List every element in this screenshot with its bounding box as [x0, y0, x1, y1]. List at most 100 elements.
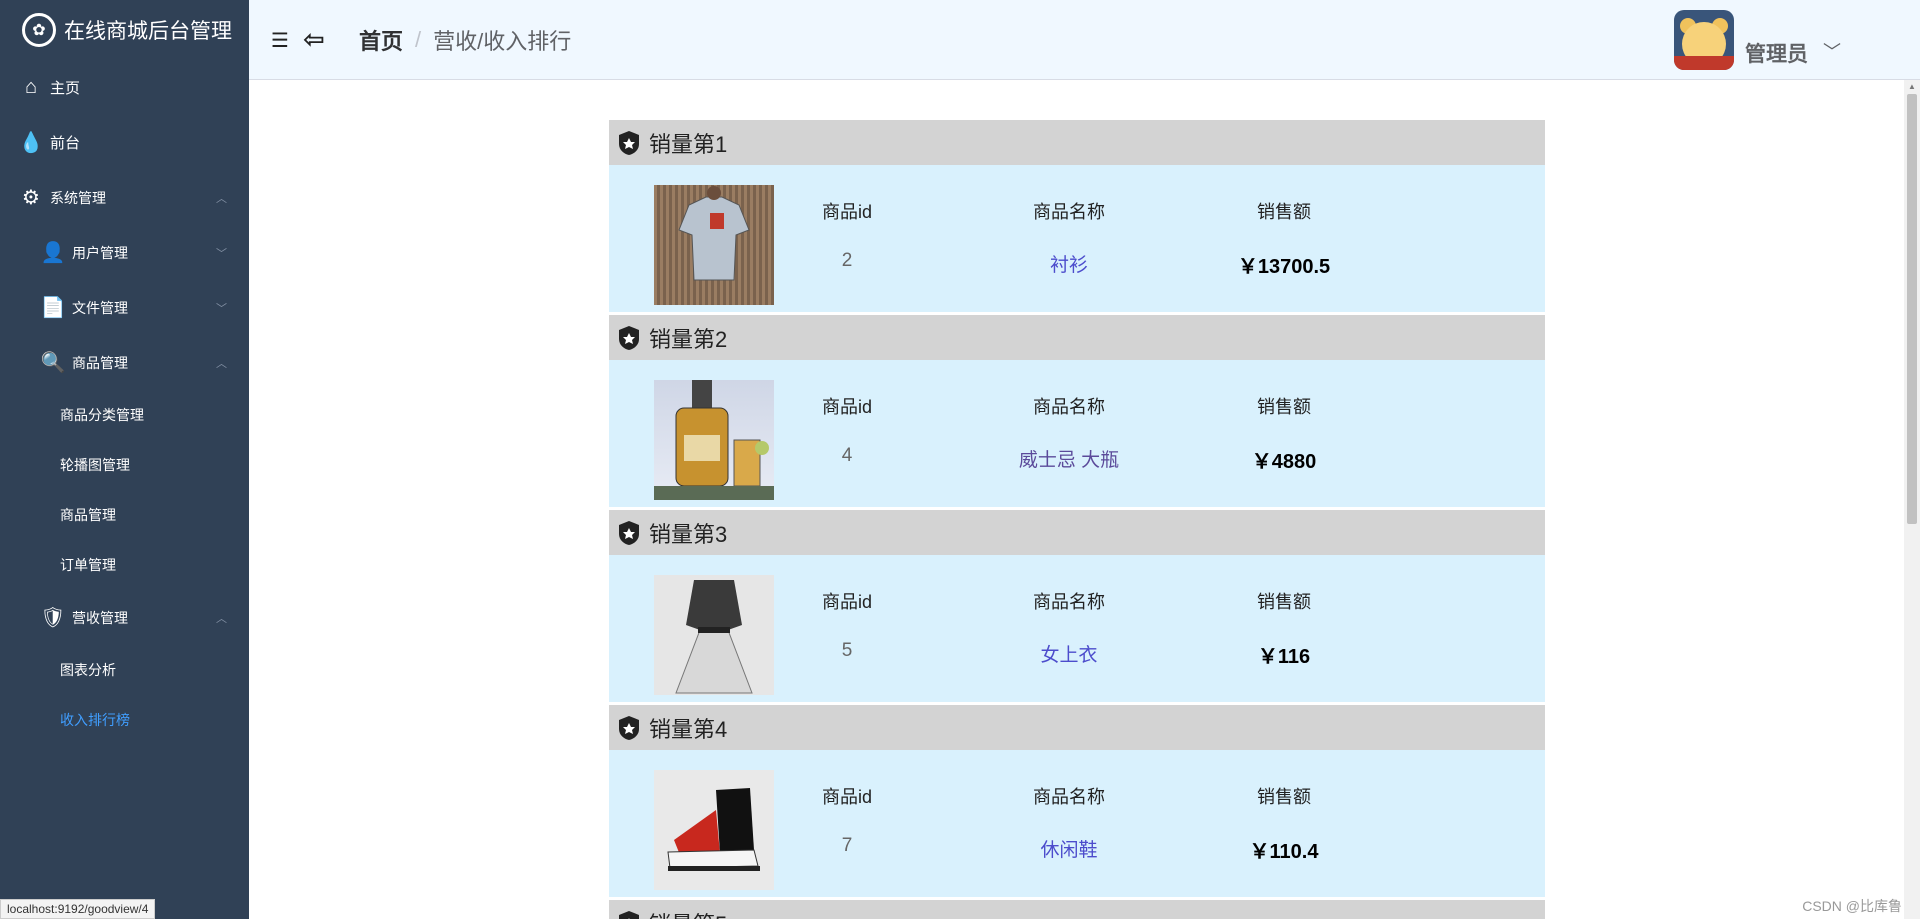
- sidebar-item-revenue[interactable]: 🛡 营收管理 ︿: [0, 590, 249, 645]
- product-name-label: 商品名称: [1033, 787, 1105, 807]
- sidebar: ✿ 在线商城后台管理 ⌂ 主页 💧 前台 ⚙ 系统管理 ︿ 👤 用户管理 ﹀ 📄…: [0, 0, 249, 919]
- rank-title: 销量第3: [649, 521, 728, 547]
- rank-header: 销量第1: [609, 120, 1545, 165]
- sidebar-item-files[interactable]: 📄 文件管理 ﹀: [0, 280, 249, 335]
- shield-icon: 🛡: [40, 607, 66, 629]
- brand[interactable]: ✿ 在线商城后台管理: [0, 0, 249, 60]
- product-id-column: 商品id 5: [787, 555, 907, 662]
- user-icon: 👤: [40, 242, 66, 264]
- product-id-column: 商品id 7: [787, 750, 907, 857]
- logo-icon: ✿: [22, 13, 56, 47]
- sidebar-item-home[interactable]: ⌂ 主页: [0, 60, 249, 115]
- product-name-link[interactable]: 女上衣: [969, 640, 1169, 667]
- product-id-value: 7: [841, 835, 853, 856]
- medal-icon: [619, 910, 639, 919]
- collapse-menu-icon[interactable]: ☰: [271, 28, 289, 53]
- product-image[interactable]: [654, 380, 774, 500]
- rank-header: 销量第2: [609, 315, 1545, 360]
- chevron-up-icon: ︿: [216, 357, 227, 370]
- product-image[interactable]: [654, 575, 774, 695]
- ranking-item: 销量第5: [609, 900, 1545, 919]
- ranking-item: 销量第4 商品id 7 商品名称 休闲鞋 销售额 ￥110.4: [609, 705, 1545, 900]
- scrollbar-thumb[interactable]: [1907, 94, 1917, 524]
- product-image[interactable]: [654, 770, 774, 890]
- sidebar-item-label: 系统管理: [50, 189, 106, 206]
- file-icon: 📄: [40, 297, 66, 319]
- sidebar-item-income-ranking[interactable]: 收入排行榜: [0, 695, 249, 745]
- chevron-down-icon: ﹀: [216, 247, 227, 260]
- sales-column: 销售额 ￥110.4: [1194, 750, 1374, 864]
- sales-value: ￥116: [1257, 646, 1311, 668]
- sidebar-item-label: 用户管理: [72, 244, 128, 261]
- breadcrumb-current: 营收/收入排行: [433, 29, 572, 54]
- product-name-column: 商品名称 休闲鞋: [969, 750, 1169, 862]
- product-id-label: 商品id: [821, 592, 872, 612]
- sales-label: 销售额: [1257, 787, 1311, 807]
- sales-label: 销售额: [1257, 592, 1311, 612]
- product-name-link[interactable]: 衬衫: [969, 250, 1169, 277]
- back-arrow-icon[interactable]: ⇦: [303, 24, 325, 55]
- chevron-down-icon: ﹀: [216, 302, 227, 315]
- rank-title: 销量第2: [649, 326, 728, 352]
- sidebar-item-label: 图表分析: [60, 662, 116, 678]
- sidebar-item-goods[interactable]: 🔍 商品管理 ︿: [0, 335, 249, 390]
- sidebar-item-label: 商品管理: [60, 507, 116, 523]
- breadcrumb-home[interactable]: 首页: [359, 24, 403, 56]
- medal-icon: [619, 715, 639, 740]
- sidebar-item-orders[interactable]: 订单管理: [0, 540, 249, 590]
- sidebar-item-system[interactable]: ⚙ 系统管理 ︿: [0, 170, 249, 225]
- sales-label: 销售额: [1257, 397, 1311, 417]
- home-icon: ⌂: [24, 76, 38, 98]
- breadcrumb: 首页 / 营收/收入排行: [359, 24, 571, 56]
- breadcrumb-separator: /: [415, 27, 422, 52]
- product-name-label: 商品名称: [1033, 397, 1105, 417]
- avatar[interactable]: [1674, 10, 1734, 70]
- product-name-column: 商品名称 女上衣: [969, 555, 1169, 667]
- rank-title: 销量第1: [649, 131, 728, 157]
- product-id-value: 4: [841, 445, 853, 466]
- sidebar-item-goods-manage[interactable]: 商品管理: [0, 490, 249, 540]
- sidebar-item-label: 商品分类管理: [60, 407, 144, 423]
- sales-label: 销售额: [1257, 202, 1311, 222]
- chevron-up-icon: ︿: [216, 612, 227, 625]
- product-name-link[interactable]: 威士忌 大瓶: [969, 445, 1169, 472]
- ranking-list: 销量第1 商品id 2 商品名称 衬衫 销售额 ￥13700.5 销量第2 商品…: [609, 120, 1545, 919]
- sales-column: 销售额 ￥116: [1194, 555, 1374, 669]
- sidebar-item-carousel[interactable]: 轮播图管理: [0, 440, 249, 490]
- ranking-item: 销量第2 商品id 4 商品名称 威士忌 大瓶 销售额 ￥4880: [609, 315, 1545, 510]
- user-name[interactable]: 管理员: [1745, 38, 1808, 68]
- sidebar-item-frontend[interactable]: 💧 前台: [0, 115, 249, 170]
- sidebar-item-category[interactable]: 商品分类管理: [0, 390, 249, 440]
- chevron-up-icon: ︿: [216, 192, 227, 205]
- product-id-label: 商品id: [821, 787, 872, 807]
- medal-icon: [619, 520, 639, 545]
- product-id-column: 商品id 4: [787, 360, 907, 467]
- product-name-column: 商品名称 衬衫: [969, 165, 1169, 277]
- sidebar-item-charts[interactable]: 图表分析: [0, 645, 249, 695]
- rank-title: 销量第4: [649, 716, 728, 742]
- product-id-label: 商品id: [821, 397, 872, 417]
- sales-value: ￥4880: [1251, 451, 1317, 473]
- sidebar-item-label: 主页: [50, 80, 81, 97]
- sidebar-item-label: 前台: [50, 135, 81, 152]
- rank-body: 商品id 4 商品名称 威士忌 大瓶 销售额 ￥4880: [609, 360, 1545, 510]
- sales-value: ￥13700.5: [1237, 256, 1331, 278]
- status-url: localhost:9192/goodview/4: [0, 899, 156, 919]
- scroll-up-icon[interactable]: ▲: [1908, 82, 1916, 91]
- ranking-item: 销量第3 商品id 5 商品名称 女上衣 销售额 ￥116: [609, 510, 1545, 705]
- scrollbar[interactable]: ▲: [1904, 80, 1920, 919]
- sidebar-item-users[interactable]: 👤 用户管理 ﹀: [0, 225, 249, 280]
- chevron-down-icon[interactable]: ﹀: [1823, 38, 1841, 64]
- medal-icon: [619, 130, 639, 155]
- product-name-label: 商品名称: [1033, 202, 1105, 222]
- sidebar-item-label: 收入排行榜: [60, 712, 130, 728]
- rank-header: 销量第5: [609, 900, 1545, 919]
- drop-icon: 💧: [18, 132, 44, 154]
- watermark: CSDN @比库鲁: [1802, 898, 1902, 914]
- rank-body: 商品id 7 商品名称 休闲鞋 销售额 ￥110.4: [609, 750, 1545, 900]
- product-name-link[interactable]: 休闲鞋: [969, 835, 1169, 862]
- sidebar-item-label: 营收管理: [72, 609, 128, 626]
- ranking-item: 销量第1 商品id 2 商品名称 衬衫 销售额 ￥13700.5: [609, 120, 1545, 315]
- product-image[interactable]: [654, 185, 774, 305]
- sales-column: 销售额 ￥4880: [1194, 360, 1374, 474]
